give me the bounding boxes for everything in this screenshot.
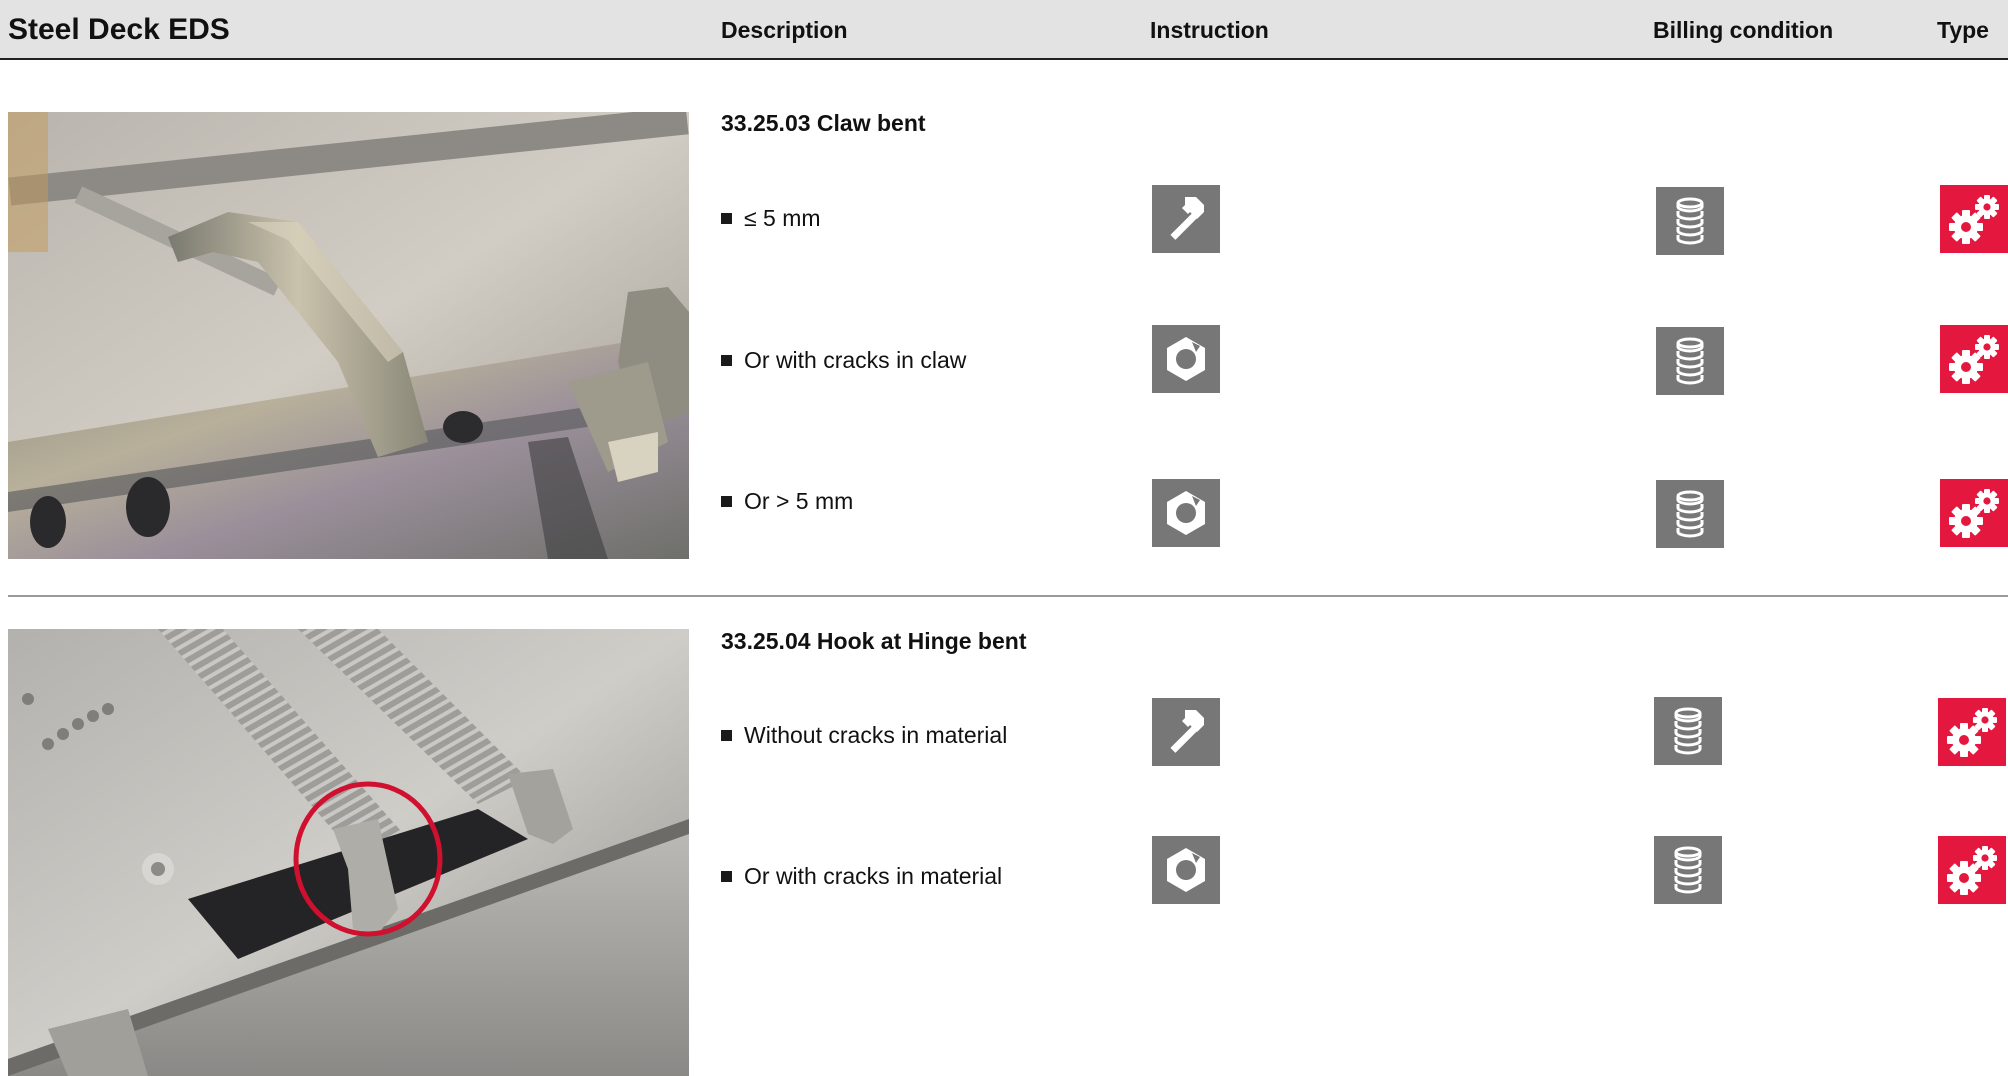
hex-nut-icon: [1152, 836, 1220, 904]
bullet-icon: [721, 355, 732, 366]
gears-icon: [1940, 185, 2008, 253]
column-header-billing: Billing condition: [1653, 17, 1834, 43]
section-title-hook-at-hinge-bent: 33.25.04 Hook at Hinge bent: [721, 628, 1027, 654]
hex-nut-icon: [1152, 325, 1220, 393]
row-label: Or > 5 mm: [721, 486, 853, 516]
claw-bent-photo: [8, 112, 689, 559]
row-label: Or with cracks in claw: [721, 345, 966, 375]
row-label: ≤ 5 mm: [721, 203, 821, 233]
hammer-icon: [1152, 185, 1220, 253]
gears-icon: [1938, 698, 2006, 766]
coin-stack-icon: [1656, 187, 1724, 255]
section-divider: [8, 595, 2008, 597]
page-title: Steel Deck EDS: [8, 13, 230, 46]
gears-icon: [1940, 479, 2008, 547]
gears-icon: [1940, 325, 2008, 393]
row-label-text: Or with cracks in claw: [744, 347, 967, 373]
bullet-icon: [721, 496, 732, 507]
row-label-text: Without cracks in material: [744, 722, 1008, 748]
column-header-description: Description: [721, 17, 848, 43]
coin-stack-icon: [1656, 480, 1724, 548]
hook-at-hinge-photo: [8, 629, 689, 1076]
row-label: Or with cracks in material: [721, 861, 1002, 891]
row-label-text: ≤ 5 mm: [744, 205, 821, 231]
gears-icon: [1938, 836, 2006, 904]
hex-nut-icon: [1152, 479, 1220, 547]
coin-stack-icon: [1654, 836, 1722, 904]
bullet-icon: [721, 871, 732, 882]
bullet-icon: [721, 213, 732, 224]
row-label-text: Or > 5 mm: [744, 488, 854, 514]
column-header-type: Type: [1937, 17, 1989, 43]
column-header-instruction: Instruction: [1150, 17, 1269, 43]
bullet-icon: [721, 730, 732, 741]
coin-stack-icon: [1656, 327, 1724, 395]
row-label: Without cracks in material: [721, 720, 1007, 750]
table-header: Steel Deck EDS Description Instruction B…: [0, 0, 2008, 60]
row-label-text: Or with cracks in material: [744, 863, 1003, 889]
coin-stack-icon: [1654, 697, 1722, 765]
hammer-icon: [1152, 698, 1220, 766]
section-title-claw-bent: 33.25.03 Claw bent: [721, 110, 926, 136]
